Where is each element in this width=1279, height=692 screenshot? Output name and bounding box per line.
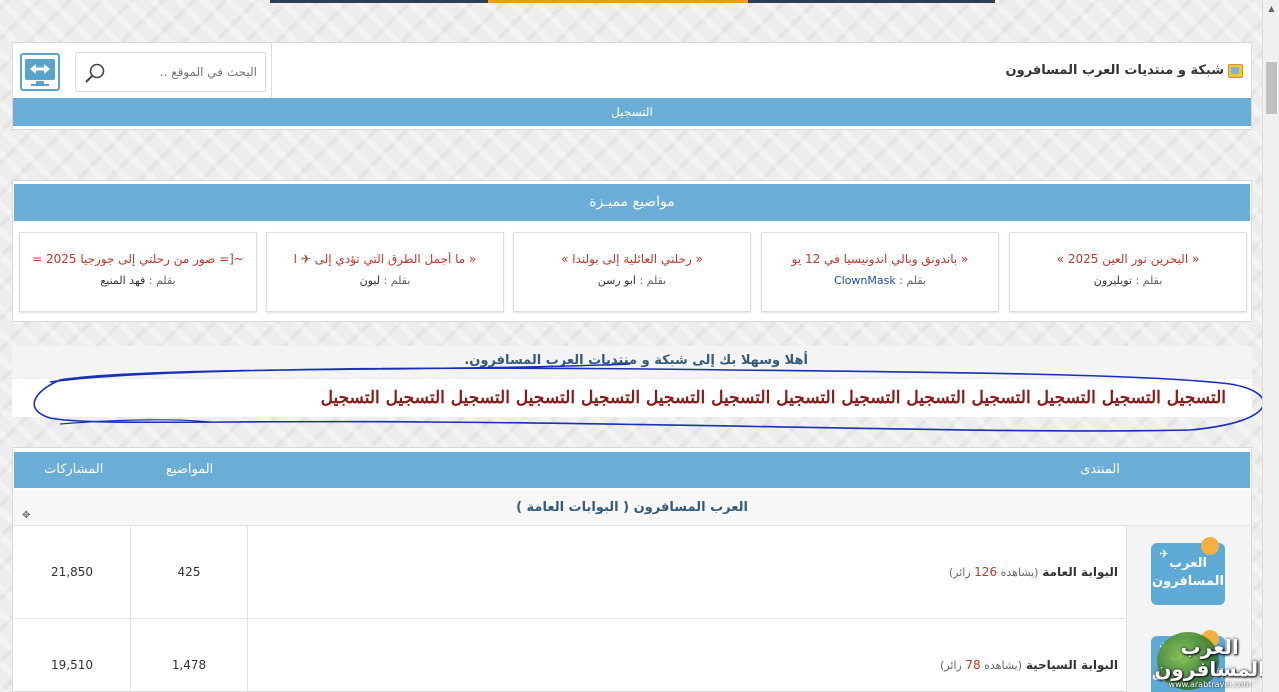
posts-count: 19,510 — [51, 658, 93, 672]
forum-main-cell: البوابة السياحية (يشاهده 78 زائر) — [247, 619, 1126, 692]
folder-icon — [1228, 63, 1243, 78]
site-header: شبكة و منتديات العرب المسافرون التسجيل — [12, 42, 1252, 130]
viewers-count: (يشاهده 126 زائر) — [948, 565, 1039, 579]
forum-main-cell: البوابة العامة (يشاهده 126 زائر) — [247, 526, 1126, 619]
section-title[interactable]: العرب المسافرون ( البوابات العامة ) — [516, 500, 748, 515]
featured-card-byline: بقلم : تويليرون — [1010, 274, 1246, 287]
forum-name: البوابة السياحية (يشاهده 78 زائر) — [940, 658, 1118, 672]
forum-logo-icon[interactable]: ✈ العرب المسافرون — [1151, 537, 1225, 605]
search-input[interactable] — [107, 57, 257, 87]
sun-icon — [1201, 537, 1219, 555]
featured-topics: مواضيع مميـزة « البحرين نور العين 2025 »… — [12, 180, 1252, 322]
welcome-text: أهلا وسهلا بك إلى شبكة و منتديات العرب ا… — [464, 353, 808, 368]
featured-card-author[interactable]: ابو رسن — [598, 274, 636, 287]
scroll-up-arrow-icon[interactable]: ▲ — [1263, 0, 1279, 17]
register-bar[interactable]: التسجيل — [13, 98, 1251, 126]
header-posts: المشاركات — [44, 462, 104, 477]
logo-text-line2: المسافرون — [1152, 574, 1224, 589]
viewers-count: (يشاهده 78 زائر) — [940, 658, 1022, 672]
featured-card-byline: بقلم : فهد المنيع — [20, 274, 256, 287]
viewers-prefix: (يشاهده — [1000, 566, 1039, 579]
site-title-text: شبكة و منتديات العرب المسافرون — [1005, 63, 1224, 78]
featured-card-title[interactable]: « البحرين نور العين 2025 » — [1010, 252, 1246, 266]
topics-count: 1,478 — [130, 619, 247, 692]
header-divider — [271, 43, 272, 98]
forum-link[interactable]: البوابة السياحية — [1026, 658, 1118, 672]
forum-link[interactable]: البوابة العامة — [1042, 565, 1118, 579]
featured-card-author[interactable]: ليون — [360, 274, 380, 287]
featured-card-author[interactable]: تويليرون — [1094, 274, 1132, 287]
search-icon[interactable] — [83, 61, 107, 85]
forum-icon-cell: ✈ العرب المسافرون — [1126, 526, 1250, 619]
featured-card-title[interactable]: « باندونق وبالي اندونيسيا في 12 يو — [762, 252, 998, 266]
header-topics: المواضيع — [166, 462, 214, 477]
viewers-suffix: زائر) — [948, 566, 971, 579]
featured-card-title[interactable]: « رحلتي العائلية إلى بولندا » — [514, 252, 750, 266]
register-announcement: التسجيل التسجيل التسجيل التسجيل التسجيل … — [12, 379, 1252, 417]
viewers-number: 78 — [965, 658, 981, 672]
featured-card-author[interactable]: فهد المنيع — [100, 274, 145, 287]
featured-card-title[interactable]: « ما أجمل الطرق التي تؤدي إلى ✈ ا — [267, 252, 503, 266]
featured-card-byline: بقلم : ليون — [267, 274, 503, 287]
register-repeat-text[interactable]: التسجيل التسجيل التسجيل التسجيل التسجيل … — [321, 388, 1226, 408]
by-label: بقلم : — [148, 274, 176, 287]
viewers-prefix: (يشاهده — [984, 659, 1022, 672]
table-row: ✈ العرب المسافرون البوابة السياحية (يشاه… — [14, 619, 1250, 692]
featured-card-byline: بقلم : ClownMask — [762, 274, 998, 287]
posts-count: 21,850 — [51, 565, 93, 579]
topics-count: 425 — [130, 526, 247, 619]
screen-arrows-icon — [25, 59, 55, 86]
featured-card[interactable]: « ما أجمل الطرق التي تؤدي إلى ✈ ا بقلم :… — [266, 232, 504, 312]
section-title-row[interactable]: العرب المسافرون ( البوابات العامة ) ✥ — [14, 490, 1250, 526]
by-label: بقلم : — [899, 274, 927, 287]
plane-icon: ✈ — [1159, 547, 1170, 561]
watermark-line1: العرب — [1180, 635, 1239, 659]
by-label: بقلم : — [383, 274, 411, 287]
viewers-suffix: زائر) — [940, 659, 962, 672]
site-watermark: العرب المسافرون www.arabtravel.com — [1154, 630, 1267, 692]
header-forum: المنتدى — [1080, 462, 1120, 477]
scrollbar-thumb[interactable] — [1266, 62, 1277, 114]
top-color-strip — [270, 0, 995, 3]
featured-card-author[interactable]: ClownMask — [834, 274, 896, 287]
featured-card[interactable]: « رحلتي العائلية إلى بولندا » بقلم : ابو… — [513, 232, 751, 312]
search-box — [75, 52, 266, 92]
forum-table: المنتدى المواضيع المشاركات العرب المسافر… — [12, 447, 1252, 692]
watermark-text: العرب المسافرون — [1154, 636, 1265, 680]
featured-card[interactable]: « البحرين نور العين 2025 » بقلم : تويلير… — [1009, 232, 1247, 312]
welcome-banner: أهلا وسهلا بك إلى شبكة و منتديات العرب ا… — [12, 346, 1252, 378]
site-title[interactable]: شبكة و منتديات العرب المسافرون — [1006, 63, 1243, 78]
featured-card-byline: بقلم : ابو رسن — [514, 274, 750, 287]
featured-card[interactable]: ~[= صور من رحلتي إلى جورجيا 2025 = بقلم … — [19, 232, 257, 312]
forum-name: البوابة العامة (يشاهده 126 زائر) — [949, 565, 1118, 579]
display-toggle-button[interactable] — [20, 53, 60, 91]
by-label: بقلم : — [1135, 274, 1163, 287]
table-row: ✈ العرب المسافرون البوابة العامة (يشاهده… — [14, 526, 1250, 619]
featured-card-title[interactable]: ~[= صور من رحلتي إلى جورجيا 2025 = — [20, 252, 256, 266]
by-label: بقلم : — [639, 274, 667, 287]
watermark-url: www.arabtravel.com — [1168, 680, 1251, 689]
featured-card[interactable]: « باندونق وبالي اندونيسيا في 12 يو بقلم … — [761, 232, 999, 312]
viewers-number: 126 — [974, 565, 998, 579]
featured-title: مواضيع مميـزة — [14, 184, 1250, 221]
top-strip-accent — [488, 0, 748, 3]
table-header: المنتدى المواضيع المشاركات — [14, 452, 1250, 488]
watermark-line2: المسافرون — [1154, 657, 1265, 681]
vertical-scrollbar[interactable]: ▲ — [1262, 0, 1279, 692]
